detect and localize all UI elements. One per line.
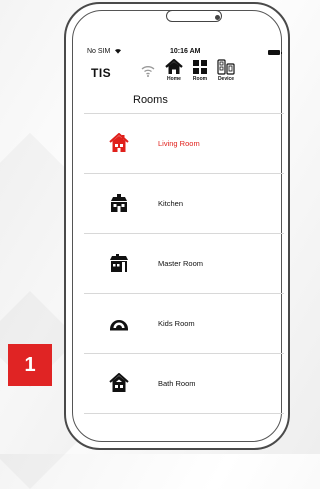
tis-logo: TIS [91, 66, 112, 80]
room-label: Kids Room [158, 319, 195, 328]
nav-home[interactable]: Home [161, 59, 187, 82]
room-label: Master Room [158, 259, 204, 268]
wifi-icon [115, 49, 122, 54]
top-nav: Home Room Device [137, 59, 277, 89]
room-list: Living Room Kitchen Master Room Kids Roo… [84, 114, 284, 414]
bath-room-icon [109, 373, 129, 392]
status-time: 10:16 AM [170, 48, 201, 55]
app-screen: No SIM 10:16 AM TIS Home Room Device Roo… [84, 44, 284, 424]
kitchen-icon [111, 194, 127, 212]
step-badge: 1 [8, 344, 52, 386]
nav-room-label: Room [192, 76, 208, 82]
wifi-connection-icon[interactable] [135, 64, 161, 78]
room-item-master-room[interactable]: Master Room [84, 234, 284, 294]
room-label: Kitchen [158, 199, 184, 208]
nav-device-label: Device [217, 76, 235, 82]
home-icon [165, 59, 183, 74]
nav-room[interactable]: Room [187, 59, 213, 82]
room-item-living-room[interactable]: Living Room [84, 114, 284, 174]
carrier-label: No SIM [87, 48, 111, 55]
room-item-bath-room[interactable]: Bath Room [84, 354, 284, 414]
kids-room-icon [110, 320, 128, 331]
phone-speaker [166, 10, 222, 22]
room-label: Bath Room [158, 379, 196, 388]
room-label: Living Room [158, 139, 200, 148]
master-room-icon [110, 254, 128, 272]
battery-icon [268, 50, 282, 55]
device-icon [217, 59, 235, 75]
page-title: Rooms [133, 94, 168, 106]
room-grid-icon [193, 60, 207, 74]
nav-device[interactable]: Device [213, 59, 239, 82]
phone-camera [215, 15, 220, 20]
room-item-kitchen[interactable]: Kitchen [84, 174, 284, 234]
nav-home-label: Home [167, 76, 181, 82]
room-item-kids-room[interactable]: Kids Room [84, 294, 284, 354]
carrier-status: No SIM [87, 48, 122, 55]
house-icon [109, 133, 129, 152]
